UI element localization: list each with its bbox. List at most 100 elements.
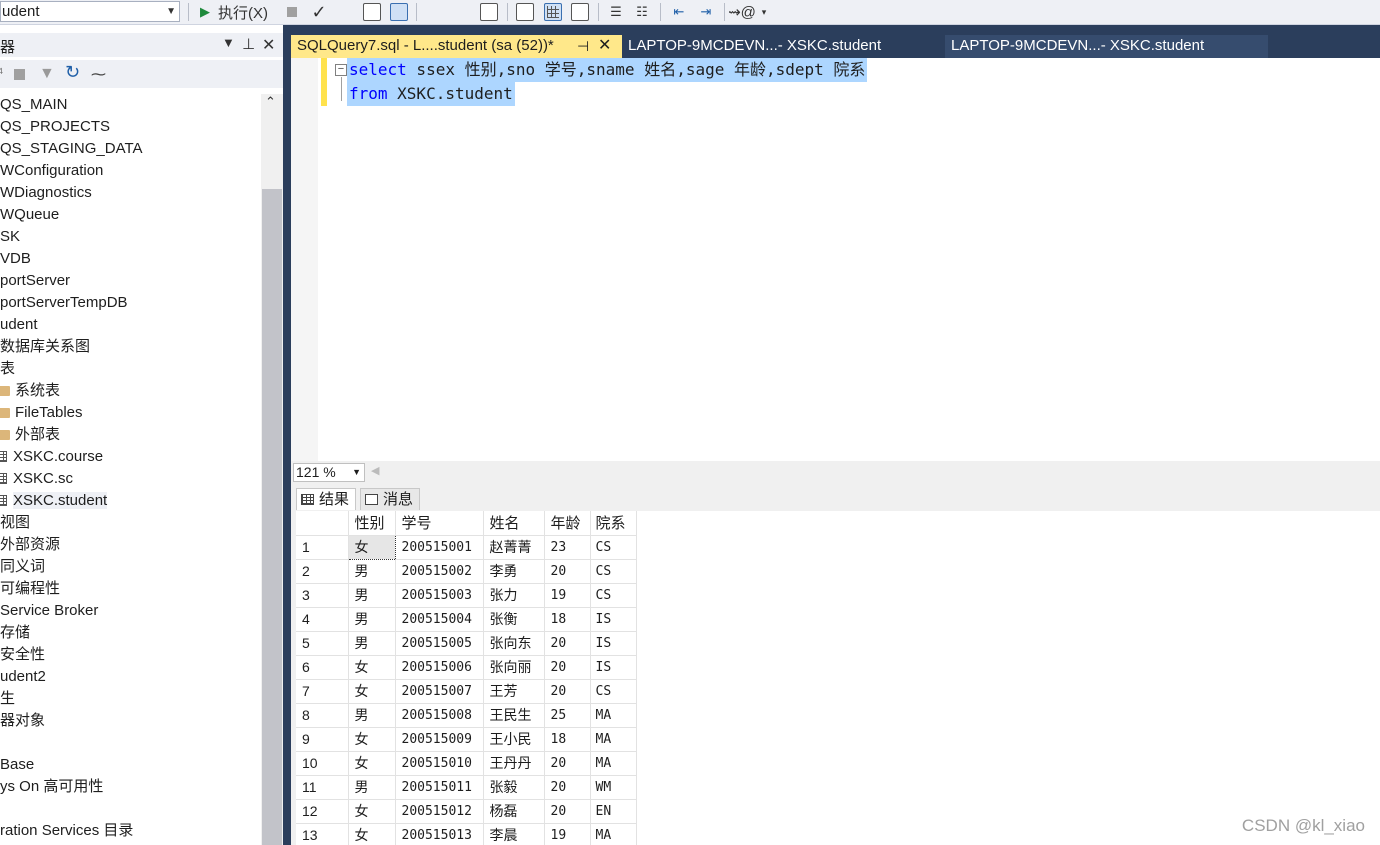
table-cell[interactable]: 20 — [544, 799, 591, 824]
table-cell[interactable]: 200515006 — [395, 655, 484, 680]
table-cell[interactable]: 女 — [348, 751, 396, 776]
table-cell[interactable]: 200515005 — [395, 631, 484, 656]
tree-item[interactable]: 表 — [0, 358, 260, 380]
table-row[interactable]: 5 男 200515005 张向东 20 IS — [296, 631, 637, 656]
tree-item[interactable]: 可编程性 — [0, 578, 260, 600]
close-icon[interactable]: ✕ — [262, 35, 275, 55]
tree-item[interactable]: portServerTempDB — [0, 292, 260, 314]
table-cell[interactable]: 20 — [544, 559, 591, 584]
pin-icon[interactable]: ⊣ — [577, 35, 589, 57]
close-icon[interactable]: ✕ — [598, 35, 611, 57]
tree-item[interactable]: Base — [0, 754, 260, 776]
table-cell[interactable]: 20 — [544, 679, 591, 704]
uncomment-button[interactable]: ☷ — [632, 1, 652, 23]
table-cell[interactable]: 200515004 — [395, 607, 484, 632]
table-cell[interactable]: CS — [590, 679, 637, 704]
scroll-left-icon[interactable]: ◀ — [371, 464, 379, 477]
table-cell[interactable]: CS — [590, 535, 637, 560]
row-number-cell[interactable]: 2 — [296, 559, 349, 584]
table-cell[interactable]: 男 — [348, 775, 396, 800]
table-cell[interactable]: 18 — [544, 727, 591, 752]
table-cell[interactable]: 200515009 — [395, 727, 484, 752]
table-cell[interactable]: 杨磊 — [483, 799, 545, 824]
table-cell[interactable]: CS — [590, 583, 637, 608]
intellisense-button[interactable] — [389, 1, 409, 23]
refresh-icon[interactable]: ↻ — [65, 62, 80, 83]
table-cell[interactable]: 王丹丹 — [483, 751, 545, 776]
results-to-grid-button[interactable] — [542, 1, 564, 23]
tree-item[interactable] — [0, 732, 260, 754]
tab-results[interactable]: 结果 — [296, 488, 357, 510]
table-cell[interactable]: 男 — [348, 703, 396, 728]
chevron-up-icon[interactable]: ⌃ — [265, 94, 276, 110]
table-cell[interactable]: IS — [590, 607, 637, 632]
tab-xskc-student-1[interactable]: LAPTOP-9MCDEVN...- XSKC.student — [622, 35, 945, 58]
table-cell[interactable]: 200515011 — [395, 775, 484, 800]
table-row[interactable]: 12 女 200515012 杨磊 20 EN — [296, 799, 637, 824]
tree-item[interactable]: 同义词 — [0, 556, 260, 578]
table-cell[interactable]: 张向东 — [483, 631, 545, 656]
tree-item[interactable]: QS_PROJECTS — [0, 116, 260, 138]
results-to-text-button[interactable] — [515, 1, 535, 23]
tree-item[interactable]: WDiagnostics — [0, 182, 260, 204]
tree-item[interactable]: 数据库关系图 — [0, 336, 260, 358]
table-row[interactable]: 13 女 200515013 李晨 19 MA — [296, 823, 637, 845]
collapse-icon[interactable]: − — [335, 64, 347, 76]
row-number-cell[interactable]: 4 — [296, 607, 349, 632]
tree-item[interactable]: XSKC.course — [0, 446, 260, 468]
decrease-indent-button[interactable]: ⇤ — [668, 1, 690, 23]
table-cell[interactable]: CS — [590, 559, 637, 584]
table-cell[interactable]: 200515010 — [395, 751, 484, 776]
table-cell[interactable]: 李晨 — [483, 823, 545, 845]
activity-monitor-icon[interactable]: ⁓ — [91, 65, 106, 83]
query-options-button[interactable] — [362, 1, 382, 23]
table-cell[interactable]: 张毅 — [483, 775, 545, 800]
tree-item[interactable]: 存储 — [0, 622, 260, 644]
toolbar-overflow-button[interactable]: ▾ — [758, 1, 770, 23]
table-cell[interactable]: 女 — [348, 799, 396, 824]
estimated-plan-button[interactable] — [336, 1, 596, 88]
table-cell[interactable]: 女 — [347, 534, 396, 560]
tree-item[interactable]: ys On 高可用性 — [0, 776, 260, 798]
table-row[interactable]: 8 男 200515008 王民生 25 MA — [296, 703, 637, 728]
tree-item[interactable]: portServer — [0, 270, 260, 292]
database-select[interactable]: udent ▼ — [0, 1, 180, 22]
actual-plan-button[interactable] — [425, 1, 685, 88]
tree-item[interactable]: ration Services 目录 — [0, 820, 260, 842]
tree-item[interactable] — [0, 798, 260, 820]
table-cell[interactable]: 200515012 — [395, 799, 484, 824]
table-cell[interactable]: 19 — [544, 823, 591, 845]
table-cell[interactable]: MA — [590, 823, 637, 845]
table-row[interactable]: 4 男 200515004 张衡 18 IS — [296, 607, 637, 632]
table-row[interactable]: 2 男 200515002 李勇 20 CS — [296, 559, 637, 584]
table-row[interactable]: 10 女 200515010 王丹丹 20 MA — [296, 751, 637, 776]
tree-item[interactable]: 系统表 — [0, 380, 260, 402]
tree-item[interactable]: udent2 — [0, 666, 260, 688]
row-number-cell[interactable]: 11 — [296, 775, 349, 800]
table-cell[interactable]: 女 — [348, 727, 396, 752]
table-cell[interactable]: WM — [590, 775, 637, 800]
specify-values-button[interactable]: ⇝@ — [728, 1, 756, 23]
column-header[interactable]: 年龄 — [544, 511, 591, 536]
table-row[interactable]: 9 女 200515009 王小民 18 MA — [296, 727, 637, 752]
stop-button[interactable] — [284, 1, 300, 23]
tab-sqlquery7[interactable]: SQLQuery7.sql - L....student (sa (52))* … — [291, 35, 622, 60]
column-header[interactable]: 性别 — [348, 511, 396, 536]
table-cell[interactable]: 男 — [348, 607, 396, 632]
table-cell[interactable]: 20 — [544, 655, 591, 680]
tree-item[interactable]: 生 — [0, 688, 260, 710]
scrollbar-thumb[interactable] — [262, 189, 282, 845]
tree-item[interactable]: 安全性 — [0, 644, 260, 666]
row-number-cell[interactable]: 6 — [296, 655, 349, 680]
column-header[interactable]: 院系 — [590, 511, 637, 536]
table-cell[interactable]: 男 — [348, 559, 396, 584]
table-cell[interactable]: 20 — [544, 775, 591, 800]
stop-icon[interactable] — [14, 69, 25, 80]
tab-xskc-student-2[interactable]: LAPTOP-9MCDEVN...- XSKC.student — [945, 35, 1268, 58]
table-cell[interactable]: 赵菁菁 — [483, 535, 545, 560]
table-cell[interactable]: 18 — [544, 607, 591, 632]
column-header[interactable]: 学号 — [395, 511, 484, 536]
client-stats-button[interactable] — [479, 1, 499, 23]
tree-item[interactable]: udent — [0, 314, 260, 336]
row-number-header[interactable] — [296, 511, 349, 536]
